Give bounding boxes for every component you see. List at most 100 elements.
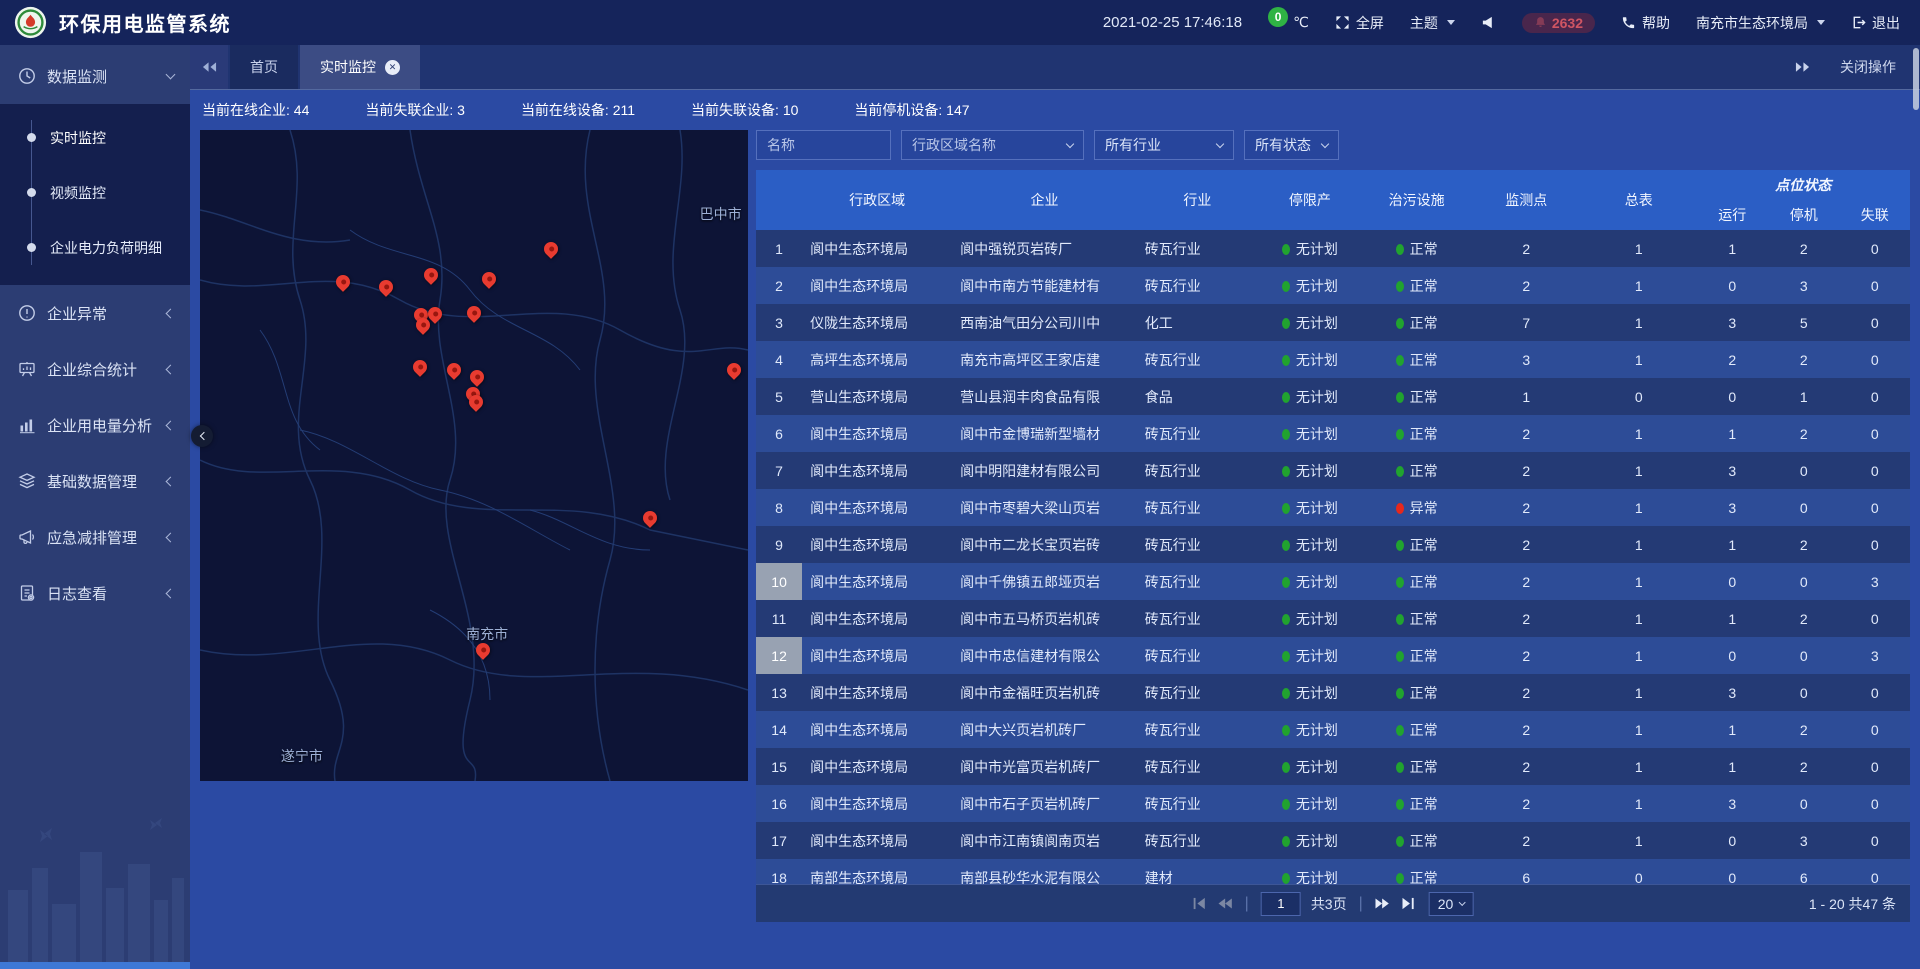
table-row[interactable]: 5营山生态环境局营山县润丰肉食品有限食品无计划正常10010 <box>756 378 1910 415</box>
cell-total: 1 <box>1581 600 1696 637</box>
sidebar-subitem[interactable]: 企业电力负荷明细 <box>0 220 190 275</box>
logout-button[interactable]: 退出 <box>1851 13 1900 33</box>
tabs-scroll-right-button[interactable] <box>1795 61 1810 73</box>
sidebar-subitem[interactable]: 实时监控 <box>0 110 190 165</box>
sidebar-subitem[interactable]: 视频监控 <box>0 165 190 220</box>
sound-button[interactable] <box>1481 15 1496 30</box>
help-button[interactable]: 帮助 <box>1621 13 1670 33</box>
cell-index: 8 <box>756 489 802 526</box>
cell-total: 1 <box>1581 526 1696 563</box>
cell-run: 3 <box>1696 674 1768 711</box>
next-page-button[interactable] <box>1375 897 1390 910</box>
cell-lost: 0 <box>1840 674 1910 711</box>
cell-industry: 砖瓦行业 <box>1137 674 1258 711</box>
notification-badge[interactable]: 2632 <box>1522 13 1595 33</box>
table-row[interactable]: 8阆中生态环境局阆中市枣碧大梁山页岩砖瓦行业无计划异常21300 <box>756 489 1910 526</box>
tab-home[interactable]: 首页 <box>230 45 298 89</box>
sidebar-menu: 数据监测实时监控视频监控企业电力负荷明细企业异常企业综合统计企业用电量分析基础数… <box>0 48 190 621</box>
col-header-facility: 治污设施 <box>1362 170 1472 230</box>
map-collapse-button[interactable] <box>191 425 213 447</box>
cell-monitor: 2 <box>1471 822 1581 859</box>
first-page-button[interactable] <box>1193 897 1208 910</box>
table-row[interactable]: 18南部生态环境局南部县砂华水泥有限公建材无计划正常60060 <box>756 859 1910 884</box>
cell-stop-status: 无计划 <box>1258 378 1362 415</box>
fullscreen-button[interactable]: 全屏 <box>1335 13 1384 33</box>
tabbar-right: 关闭操作 <box>1795 45 1920 89</box>
status-dot-icon <box>1282 799 1290 810</box>
chevron-down-icon <box>1458 899 1465 906</box>
table-row[interactable]: 1阆中生态环境局阆中强锐页岩砖厂砖瓦行业无计划正常21120 <box>756 230 1910 267</box>
cell-total: 1 <box>1581 452 1696 489</box>
speaker-icon <box>1481 15 1496 30</box>
cell-stop-status: 无计划 <box>1258 822 1362 859</box>
industry-filter-select[interactable]: 所有行业 <box>1094 130 1234 160</box>
table-row[interactable]: 2阆中生态环境局阆中市南方节能建材有砖瓦行业无计划正常21030 <box>756 267 1910 304</box>
cell-run: 0 <box>1696 637 1768 674</box>
cell-facility-status: 正常 <box>1362 230 1472 267</box>
sidebar-item[interactable]: 数据监测 <box>0 48 190 104</box>
cell-stopped: 0 <box>1768 785 1840 822</box>
close-operations-button[interactable]: 关闭操作 <box>1840 57 1896 77</box>
table-row[interactable]: 13阆中生态环境局阆中市金福旺页岩机砖砖瓦行业无计划正常21300 <box>756 674 1910 711</box>
timeline-dot-icon <box>27 243 36 252</box>
cell-lost: 0 <box>1840 526 1910 563</box>
tab-realtime-monitor[interactable]: 实时监控 ✕ <box>300 45 420 89</box>
prev-page-button[interactable] <box>1218 897 1233 910</box>
cell-index: 9 <box>756 526 802 563</box>
status-dot-icon <box>1396 762 1404 773</box>
name-filter-input[interactable] <box>756 130 891 160</box>
table-row[interactable]: 11阆中生态环境局阆中市五马桥页岩机砖砖瓦行业无计划正常21120 <box>756 600 1910 637</box>
tabs-scroll-left-button[interactable] <box>190 45 228 89</box>
theme-menu-button[interactable]: 主题 <box>1410 13 1455 33</box>
status-dot-icon <box>1282 318 1290 329</box>
table-row[interactable]: 15阆中生态环境局阆中市光富页岩机砖厂砖瓦行业无计划正常21120 <box>756 748 1910 785</box>
table-row[interactable]: 14阆中生态环境局阆中大兴页岩机砖厂砖瓦行业无计划正常21120 <box>756 711 1910 748</box>
table-row[interactable]: 9阆中生态环境局阆中市二龙长宝页岩砖砖瓦行业无计划正常21120 <box>756 526 1910 563</box>
page-number-input[interactable] <box>1261 892 1301 916</box>
org-menu-button[interactable]: 南充市生态环境局 <box>1696 13 1825 33</box>
status-dot-icon <box>1396 392 1404 403</box>
table-row[interactable]: 12阆中生态环境局阆中市忠信建材有限公砖瓦行业无计划正常21003 <box>756 637 1910 674</box>
caret-down-icon <box>1817 20 1825 25</box>
stat-item: 当前在线企业: 44 <box>202 100 309 120</box>
region-filter-select[interactable]: 行政区域名称 <box>901 130 1084 160</box>
status-dot-icon <box>1396 503 1404 514</box>
table-row[interactable]: 3仪陇生态环境局西南油气田分公司川中化工无计划正常71350 <box>756 304 1910 341</box>
cell-region: 营山生态环境局 <box>802 378 952 415</box>
sidebar-item[interactable]: 企业综合统计 <box>0 341 190 397</box>
table-row[interactable]: 4高坪生态环境局南充市高坪区王家店建砖瓦行业无计划正常31220 <box>756 341 1910 378</box>
cell-company: 南充市高坪区王家店建 <box>952 341 1137 378</box>
sidebar-item[interactable]: 应急减排管理 <box>0 509 190 565</box>
table-row[interactable]: 16阆中生态环境局阆中市石子页岩机砖厂砖瓦行业无计划正常21300 <box>756 785 1910 822</box>
table-row[interactable]: 10阆中生态环境局阆中千佛镇五郎垭页岩砖瓦行业无计划正常21003 <box>756 563 1910 600</box>
sidebar-item[interactable]: 企业用电量分析 <box>0 397 190 453</box>
stat-item: 当前失联设备: 10 <box>691 100 798 120</box>
cell-facility-status: 正常 <box>1362 674 1472 711</box>
status-dot-icon <box>1396 725 1404 736</box>
scrollbar-thumb[interactable] <box>1913 48 1919 110</box>
status-filter-select[interactable]: 所有状态 <box>1244 130 1339 160</box>
cell-facility-status: 正常 <box>1362 304 1472 341</box>
chevron-left-icon <box>166 588 176 598</box>
sidebar-item[interactable]: 企业异常 <box>0 285 190 341</box>
temperature-indicator: 0 ℃ <box>1268 14 1309 31</box>
sidebar-item[interactable]: 基础数据管理 <box>0 453 190 509</box>
last-page-button[interactable] <box>1400 897 1415 910</box>
page-size-select[interactable]: 20 <box>1429 892 1474 916</box>
cell-stopped: 1 <box>1768 378 1840 415</box>
gauge-icon <box>18 67 36 85</box>
cell-stop-status: 无计划 <box>1258 748 1362 785</box>
cell-stopped: 2 <box>1768 230 1840 267</box>
cell-monitor: 2 <box>1471 637 1581 674</box>
status-dot-icon <box>1282 503 1290 514</box>
sidebar-item[interactable]: 日志查看 <box>0 565 190 621</box>
table-row[interactable]: 7阆中生态环境局阆中明阳建材有限公司砖瓦行业无计划正常21300 <box>756 452 1910 489</box>
tab-close-icon[interactable]: ✕ <box>385 60 400 75</box>
cell-run: 0 <box>1696 822 1768 859</box>
cell-monitor: 2 <box>1471 526 1581 563</box>
cell-stop-status: 无计划 <box>1258 600 1362 637</box>
table-row[interactable]: 17阆中生态环境局阆中市江南镇阆南页岩砖瓦行业无计划正常21030 <box>756 822 1910 859</box>
map[interactable]: 巴中市南充市遂宁市 <box>200 130 748 781</box>
table-row[interactable]: 6阆中生态环境局阆中市金博瑞新型墙材砖瓦行业无计划正常21120 <box>756 415 1910 452</box>
topbar: 环保用电监管系统 2021-02-25 17:46:18 0 ℃ 全屏 主题 2… <box>0 0 1920 45</box>
